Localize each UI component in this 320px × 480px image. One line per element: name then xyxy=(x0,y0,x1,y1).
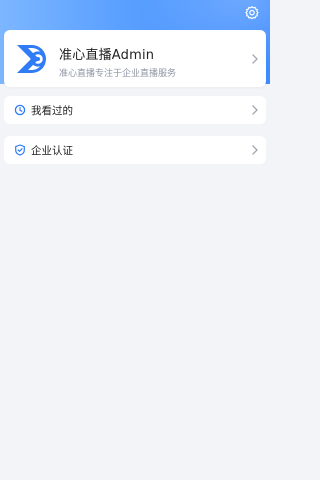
shield-check-icon xyxy=(15,144,25,156)
chevron-right-icon xyxy=(252,53,258,64)
menu-item-label: 企业认证 xyxy=(31,145,73,157)
chevron-right-icon xyxy=(252,145,258,155)
settings-button[interactable] xyxy=(242,3,262,23)
zhunxin-logo xyxy=(17,45,46,73)
profile-card[interactable]: 准心直播Admin 准心直播专注于企业直播服务 xyxy=(4,30,266,87)
gear-icon xyxy=(245,6,259,20)
clock-icon xyxy=(14,104,26,116)
app-name: 准心直播Admin xyxy=(59,48,155,63)
chevron-right-icon xyxy=(252,105,258,115)
app-description: 准心直播专注于企业直播服务 xyxy=(59,69,177,79)
menu-item-enterprise-verification[interactable]: 企业认证 xyxy=(4,136,266,164)
menu-item-history[interactable]: 我看过的 xyxy=(4,96,266,124)
menu-item-label: 我看过的 xyxy=(31,105,73,117)
